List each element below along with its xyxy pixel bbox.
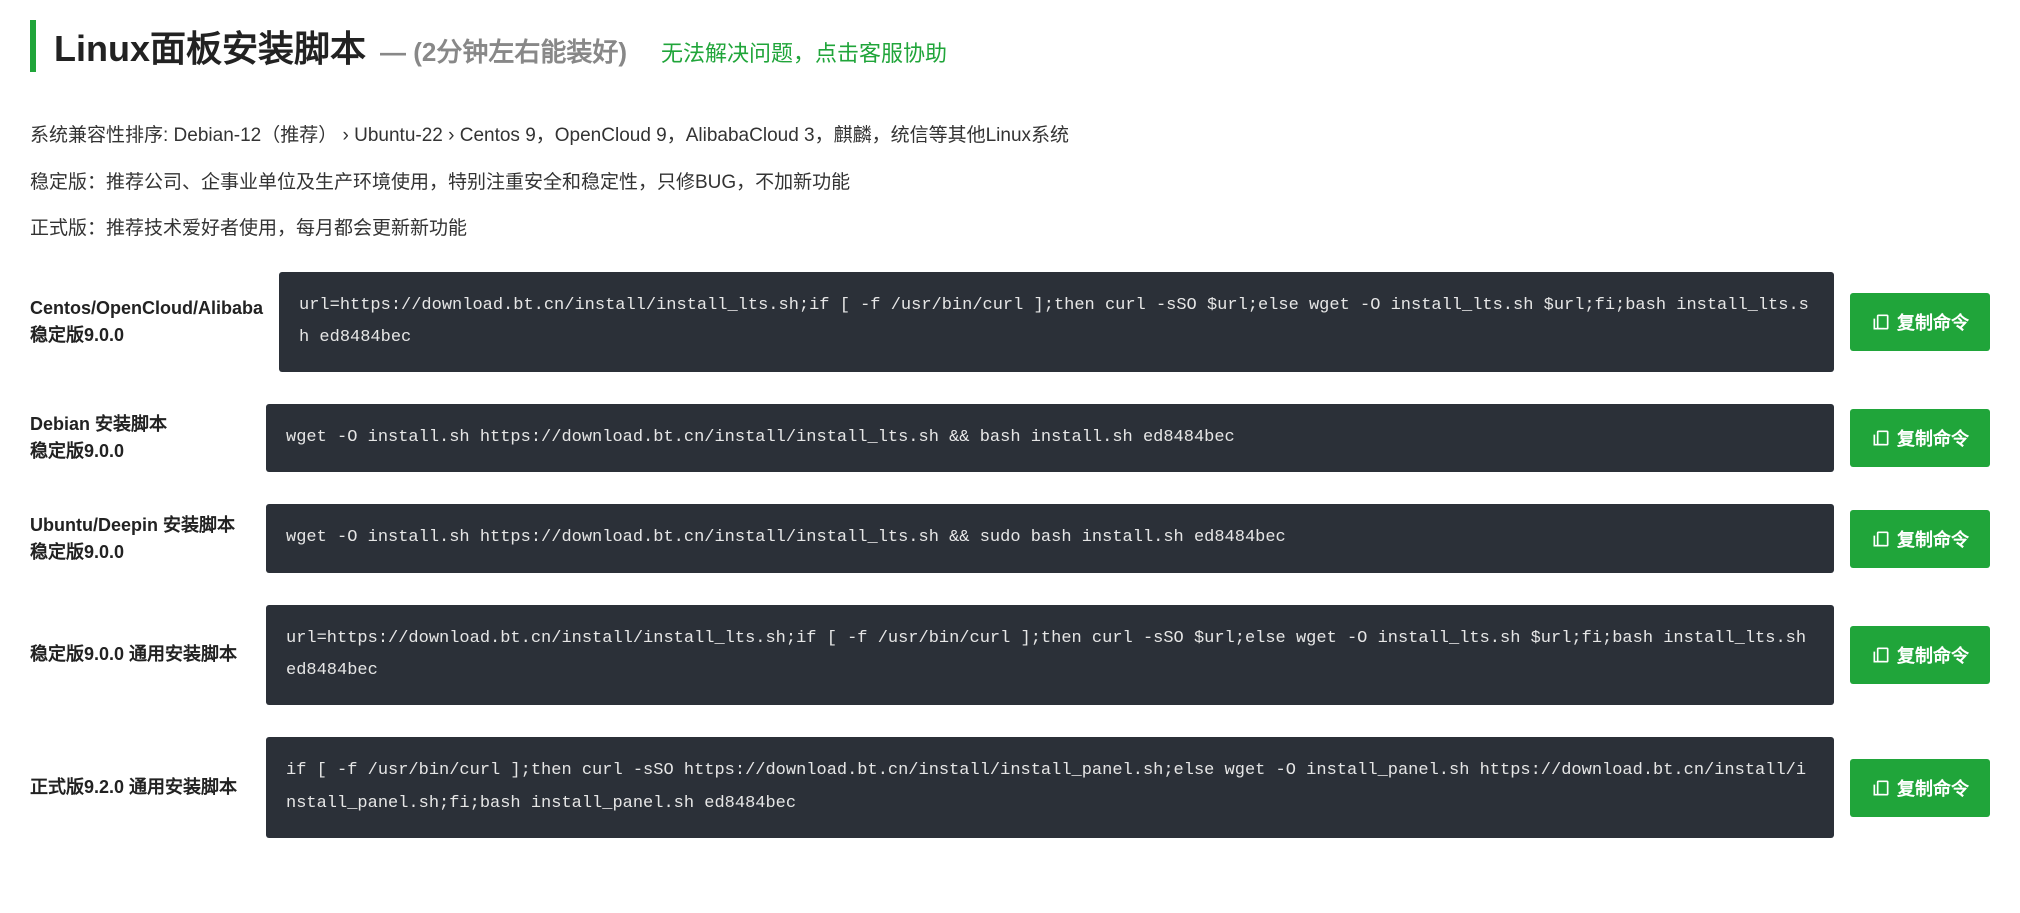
script-row-release-universal: 正式版9.2.0 通用安装脚本 if [ -f /usr/bin/curl ];… bbox=[30, 737, 1990, 838]
scripts-list: Centos/OpenCloud/Alibaba 稳定版9.0.0 url=ht… bbox=[30, 272, 1990, 838]
script-code: wget -O install.sh https://download.bt.c… bbox=[266, 404, 1834, 472]
desc-stable: 稳定版：推荐公司、企事业单位及生产环境使用，特别注重安全和稳定性，只修BUG，不… bbox=[30, 169, 1990, 198]
page-subtitle: — (2分钟左右能装好) bbox=[380, 32, 627, 69]
script-label-line2: 稳定版9.0.0 bbox=[30, 539, 250, 566]
copy-button[interactable]: 复制命令 bbox=[1850, 409, 1990, 467]
script-label-line1: Ubuntu/Deepin 安装脚本 bbox=[30, 512, 250, 539]
desc-compatibility: 系统兼容性排序: Debian-12（推荐） › Ubuntu-22 › Cen… bbox=[30, 122, 1990, 151]
script-code: url=https://download.bt.cn/install/insta… bbox=[279, 272, 1834, 373]
script-row-ubuntu: Ubuntu/Deepin 安装脚本 稳定版9.0.0 wget -O inst… bbox=[30, 504, 1990, 572]
script-label-line2: 稳定版9.0.0 bbox=[30, 438, 250, 465]
copy-icon bbox=[1871, 428, 1891, 448]
copy-icon bbox=[1871, 645, 1891, 665]
script-label: 正式版9.2.0 通用安装脚本 bbox=[30, 774, 250, 801]
script-label: Debian 安装脚本 稳定版9.0.0 bbox=[30, 411, 250, 465]
copy-button[interactable]: 复制命令 bbox=[1850, 626, 1990, 684]
script-label-line1: Centos/OpenCloud/Alibaba bbox=[30, 295, 263, 322]
copy-label: 复制命令 bbox=[1897, 775, 1969, 801]
copy-label: 复制命令 bbox=[1897, 425, 1969, 451]
script-label: Centos/OpenCloud/Alibaba 稳定版9.0.0 bbox=[30, 295, 263, 349]
copy-icon bbox=[1871, 312, 1891, 332]
copy-button[interactable]: 复制命令 bbox=[1850, 759, 1990, 817]
script-code: if [ -f /usr/bin/curl ];then curl -sSO h… bbox=[266, 737, 1834, 838]
title-wrap: Linux面板安装脚本 — (2分钟左右能装好) bbox=[30, 20, 627, 72]
copy-label: 复制命令 bbox=[1897, 309, 1969, 335]
script-row-centos: Centos/OpenCloud/Alibaba 稳定版9.0.0 url=ht… bbox=[30, 272, 1990, 373]
script-label: Ubuntu/Deepin 安装脚本 稳定版9.0.0 bbox=[30, 512, 250, 566]
script-label: 稳定版9.0.0 通用安装脚本 bbox=[30, 641, 250, 668]
copy-icon bbox=[1871, 529, 1891, 549]
script-label-line1: 正式版9.2.0 通用安装脚本 bbox=[30, 774, 250, 801]
help-link[interactable]: 无法解决问题，点击客服协助 bbox=[661, 36, 947, 68]
desc-release: 正式版：推荐技术爱好者使用，每月都会更新新功能 bbox=[30, 215, 1990, 244]
copy-label: 复制命令 bbox=[1897, 642, 1969, 668]
script-row-debian: Debian 安装脚本 稳定版9.0.0 wget -O install.sh … bbox=[30, 404, 1990, 472]
page-title: Linux面板安装脚本 bbox=[54, 20, 366, 72]
copy-label: 复制命令 bbox=[1897, 526, 1969, 552]
page-header: Linux面板安装脚本 — (2分钟左右能装好) 无法解决问题，点击客服协助 bbox=[30, 20, 1990, 72]
script-label-line2: 稳定版9.0.0 bbox=[30, 322, 263, 349]
script-code: url=https://download.bt.cn/install/insta… bbox=[266, 605, 1834, 706]
copy-button[interactable]: 复制命令 bbox=[1850, 510, 1990, 568]
copy-button[interactable]: 复制命令 bbox=[1850, 293, 1990, 351]
script-label-line1: 稳定版9.0.0 通用安装脚本 bbox=[30, 641, 250, 668]
script-row-stable-universal: 稳定版9.0.0 通用安装脚本 url=https://download.bt.… bbox=[30, 605, 1990, 706]
copy-icon bbox=[1871, 778, 1891, 798]
script-label-line1: Debian 安装脚本 bbox=[30, 411, 250, 438]
script-code: wget -O install.sh https://download.bt.c… bbox=[266, 504, 1834, 572]
